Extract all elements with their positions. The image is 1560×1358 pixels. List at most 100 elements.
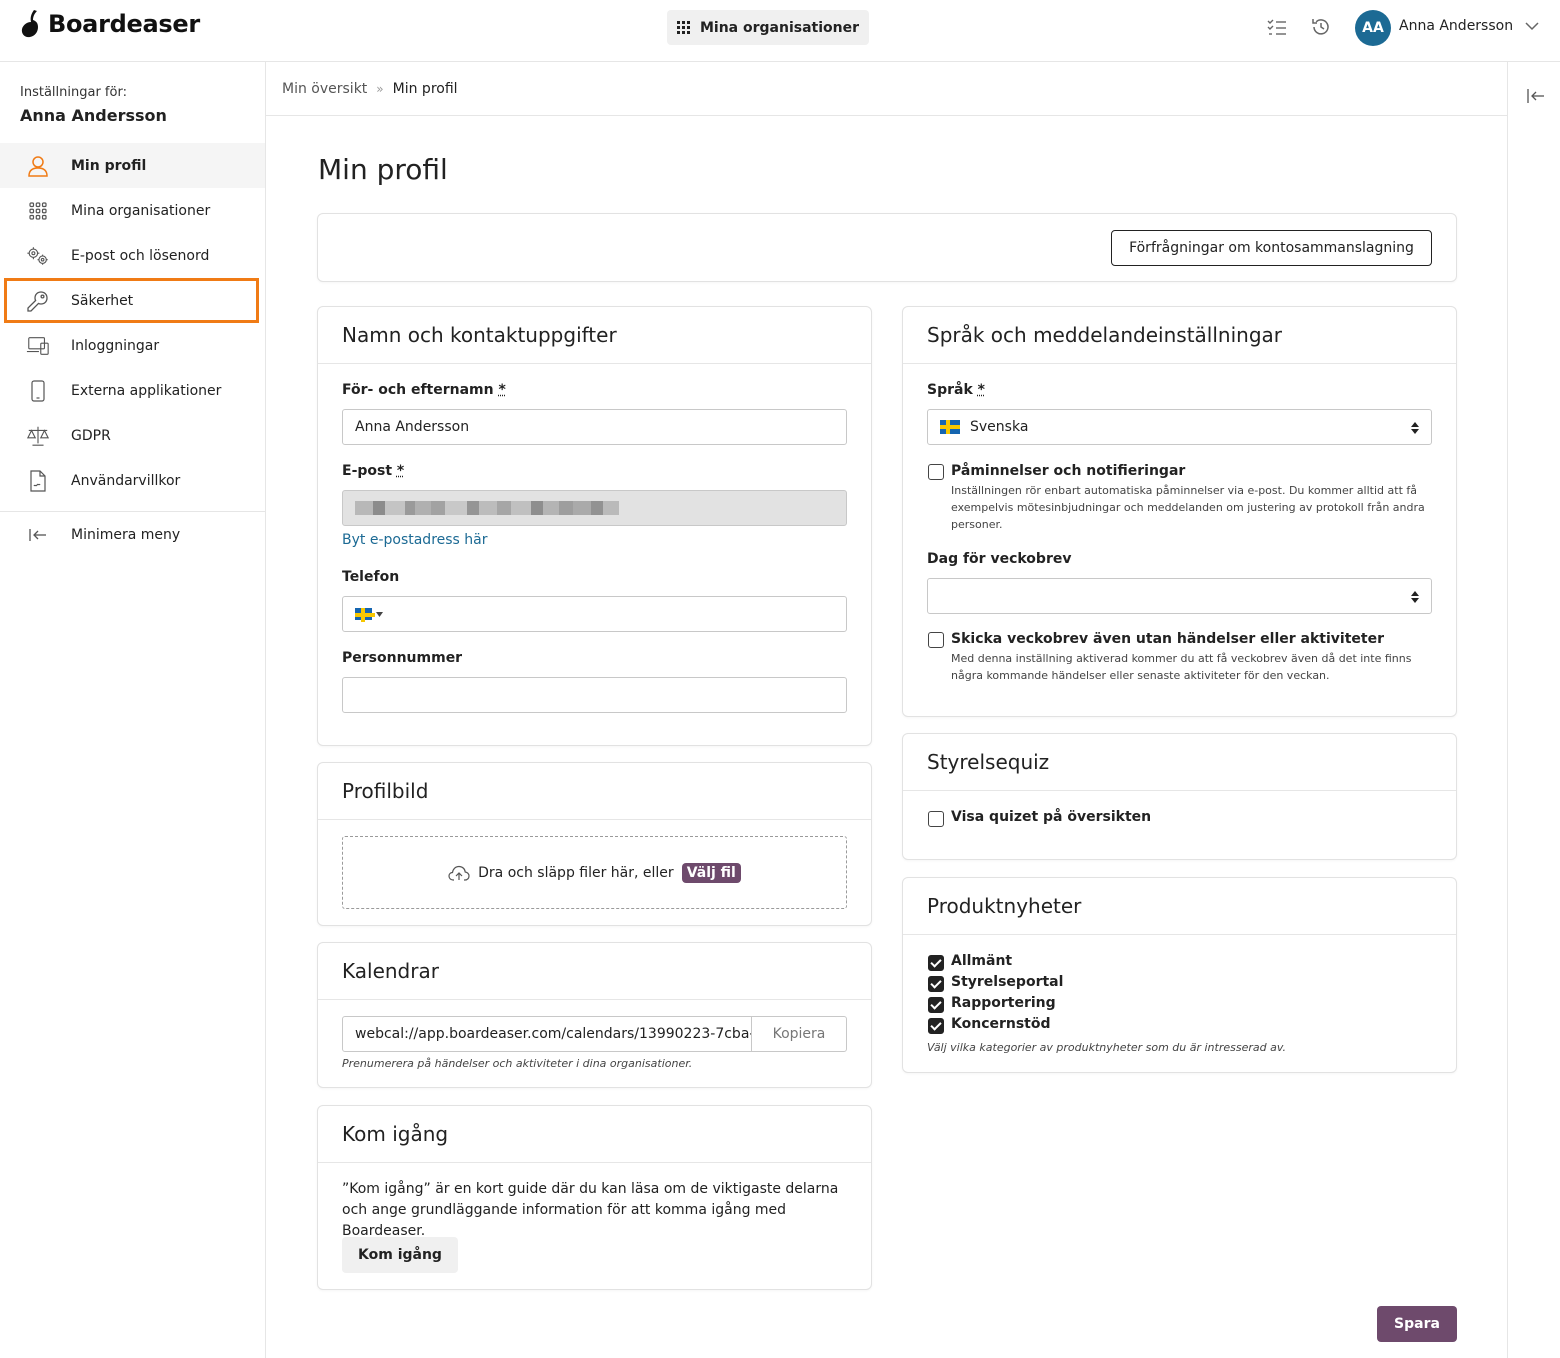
phone-icon (26, 379, 50, 403)
settings-sidebar: Inställningar för: Anna Andersson Min pr… (0, 62, 266, 1358)
required-mark: * (977, 382, 985, 398)
save-button[interactable]: Spara (1377, 1306, 1457, 1342)
sweden-flag-icon (940, 420, 960, 434)
sidebar-item-organisations[interactable]: Mina organisationer (0, 188, 265, 233)
breadcrumb-overview-link[interactable]: Min översikt (282, 81, 367, 97)
calendars-card: Kalendrar webcal://app.boardeaser.com/ca… (317, 942, 872, 1088)
news-boardportal-checkbox[interactable] (928, 976, 944, 992)
calendar-url-field: webcal://app.boardeaser.com/calendars/13… (342, 1016, 847, 1052)
chevron-down-icon[interactable] (1525, 21, 1539, 31)
sidebar-item-logins[interactable]: Inloggningar (0, 323, 265, 368)
calendar-url[interactable]: webcal://app.boardeaser.com/calendars/13… (343, 1017, 751, 1051)
sidebar-item-label: Externa applikationer (71, 382, 222, 399)
calendars-title: Kalendrar (318, 943, 871, 1000)
choose-file-button[interactable]: Välj fil (681, 862, 741, 883)
breadcrumb: Min översikt » Min profil (266, 62, 1507, 116)
sidebar-item-security[interactable]: Säkerhet (4, 278, 259, 323)
copy-button[interactable]: Kopiera (751, 1017, 846, 1051)
reminders-checkbox[interactable] (928, 464, 944, 480)
sidebar-item-terms[interactable]: Användarvillkor (0, 458, 265, 503)
avatar[interactable]: AA (1355, 10, 1391, 46)
account-merge-requests-button[interactable]: Förfrågningar om kontosammanslagning (1111, 230, 1432, 266)
collapse-left-icon[interactable] (1527, 88, 1545, 104)
sidebar-item-label: Inloggningar (71, 337, 160, 354)
get-started-card: Kom igång ”Kom igång” är en kort guide d… (317, 1105, 872, 1290)
top-bar: Boardeaser Mina organisationer AA Anna A… (0, 0, 1560, 62)
select-arrows-icon (1411, 591, 1419, 603)
get-started-text: ”Kom igång” är en kort guide där du kan … (342, 1181, 839, 1239)
show-quiz-checkbox[interactable] (928, 811, 944, 827)
sidebar-item-label: Min profil (71, 157, 147, 174)
product-news-title: Produktnyheter (903, 878, 1456, 935)
redacted-email (355, 500, 619, 516)
language-label: Språk * (927, 382, 985, 398)
tasks-icon[interactable] (1266, 16, 1288, 38)
news-boardportal-label: Styrelseportal (951, 974, 1064, 990)
profile-picture-card: Profilbild Dra och släpp filer här, elle… (317, 762, 872, 926)
sidebar-item-label: E-post och lösenord (71, 247, 210, 264)
email-field (342, 490, 847, 526)
logo-icon (21, 10, 38, 38)
devices-icon (26, 334, 50, 358)
calendars-hint: Prenumerera på händelser och aktiviteter… (342, 1057, 693, 1070)
language-label-text: Språk (927, 382, 973, 398)
show-quiz-label: Visa quizet på översikten (951, 809, 1152, 825)
change-email-link[interactable]: Byt e-postadress här (342, 532, 488, 548)
news-reporting-label: Rapportering (951, 995, 1056, 1011)
personnummer-field[interactable] (342, 677, 847, 713)
sidebar-item-label: Säkerhet (71, 292, 134, 309)
name-value: Anna Andersson (355, 419, 470, 435)
grid-icon (676, 21, 690, 34)
page-title: Min profil (318, 153, 448, 186)
key-icon (26, 289, 50, 313)
personnummer-label: Personnummer (342, 650, 463, 666)
news-group-support-checkbox[interactable] (928, 1018, 944, 1034)
logo-text: Boardeaser (48, 10, 200, 38)
get-started-button[interactable]: Kom igång (342, 1237, 458, 1273)
language-select[interactable]: Svenska (927, 409, 1432, 445)
profile-picture-title: Profilbild (318, 763, 871, 820)
user-name[interactable]: Anna Andersson (1399, 18, 1513, 34)
weekly-letter-checkbox[interactable] (928, 632, 944, 648)
phone-field[interactable] (342, 596, 847, 632)
select-arrows-icon (1411, 422, 1419, 434)
minimize-menu-button[interactable]: Minimera meny (0, 512, 265, 557)
product-news-card: Produktnyheter Allmänt Styrelseportal Ra… (902, 877, 1457, 1073)
my-organisations-button[interactable]: Mina organisationer (667, 10, 869, 45)
name-field[interactable]: Anna Andersson (342, 409, 847, 445)
news-general-checkbox[interactable] (928, 955, 944, 971)
sidebar-item-email-password[interactable]: E-post och lösenord (0, 233, 265, 278)
news-general-label: Allmänt (951, 953, 1013, 969)
quiz-title: Styrelsequiz (903, 734, 1456, 791)
scales-icon (26, 424, 50, 448)
settings-user-name: Anna Andersson (20, 106, 167, 125)
file-dropzone[interactable]: Dra och släpp filer här, eller Välj fil (342, 836, 847, 909)
breadcrumb-current: Min profil (392, 80, 458, 97)
caret-down-icon[interactable] (376, 611, 383, 617)
email-label: E-post * (342, 463, 404, 479)
grid-icon (26, 199, 50, 223)
reminders-description: Inställningen rör enbart automatiska påm… (951, 484, 1425, 531)
document-icon (26, 469, 50, 493)
logo[interactable]: Boardeaser (18, 8, 200, 40)
account-merge-card: Förfrågningar om kontosammanslagning (317, 213, 1457, 282)
right-rail (1507, 62, 1560, 1358)
sidebar-item-external-apps[interactable]: Externa applikationer (0, 368, 265, 413)
weekday-select[interactable] (927, 578, 1432, 614)
reminders-label: Påminnelser och notifieringar (951, 463, 1186, 479)
weekly-letter-description: Med denna inställning aktiverad kommer d… (951, 652, 1412, 682)
required-mark: * (498, 382, 506, 398)
sidebar-item-gdpr[interactable]: GDPR (0, 413, 265, 458)
sidebar-item-profile[interactable]: Min profil (0, 143, 265, 188)
sweden-flag-icon[interactable] (355, 608, 375, 622)
news-reporting-checkbox[interactable] (928, 997, 944, 1013)
drop-text: Dra och släpp filer här, eller (478, 864, 674, 881)
minimize-menu-label: Minimera meny (71, 526, 181, 543)
breadcrumb-separator: » (376, 81, 384, 96)
settings-for-label: Inställningar för: (20, 85, 127, 100)
history-icon[interactable] (1310, 16, 1332, 38)
contact-card: Namn och kontaktuppgifter För- och efter… (317, 306, 872, 746)
name-label-text: För- och efternamn (342, 382, 494, 398)
name-label: För- och efternamn * (342, 382, 506, 398)
required-mark: * (396, 463, 405, 479)
